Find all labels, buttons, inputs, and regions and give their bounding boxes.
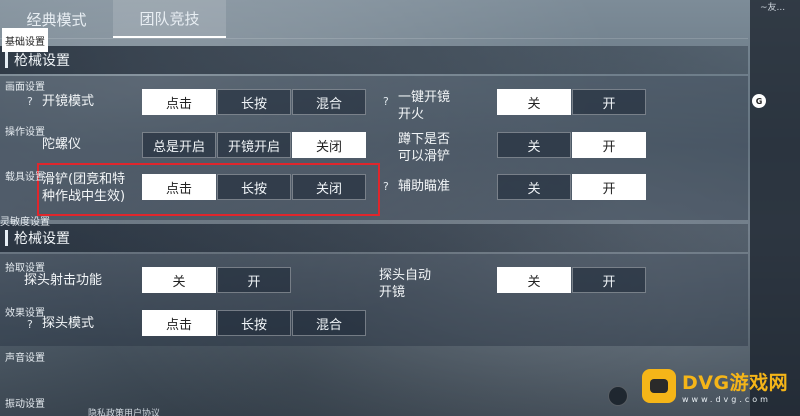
help-icon[interactable]: ? — [383, 180, 389, 193]
section-marker — [5, 52, 8, 68]
one-key-fire-label: 一键开镜开火 — [398, 90, 451, 122]
section-title: 枪械设置 — [14, 53, 70, 69]
peek-mode-option-hold[interactable]: 长按 — [217, 310, 291, 336]
one-key-fire-option-off[interactable]: 关 — [497, 89, 571, 115]
crouch-slide-selector: 关 开 — [497, 132, 647, 158]
slide-option-hold[interactable]: 长按 — [217, 174, 291, 200]
gyroscope-selector: 总是开启 开镜开启 关闭 — [142, 132, 367, 158]
sidebar-item-vibration[interactable]: 振动设置 — [0, 390, 50, 414]
section-marker — [5, 230, 8, 246]
sidebar-item-pickup[interactable]: 拾取设置 — [0, 254, 50, 278]
top-right-text: ~友... — [760, 3, 786, 13]
one-key-fire-option-on[interactable]: 开 — [572, 89, 646, 115]
watermark-domain: www.dvg.com — [682, 395, 771, 404]
help-icon[interactable]: ? — [383, 95, 389, 108]
tab-divider — [0, 38, 748, 39]
peek-auto-scope-option-off[interactable]: 关 — [497, 267, 571, 293]
aim-assist-option-off[interactable]: 关 — [497, 174, 571, 200]
peek-auto-scope-selector: 关 开 — [497, 267, 647, 293]
scope-mode-selector: 点击 长按 混合 — [142, 89, 367, 115]
scope-mode-option-hold[interactable]: 长按 — [217, 89, 291, 115]
site-watermark: DVG游戏网 www.dvg.com — [642, 368, 788, 404]
sidebar-item-graphics[interactable]: 画面设置 — [0, 73, 50, 97]
slide-option-tap[interactable]: 点击 — [142, 174, 216, 200]
aim-assist-option-on[interactable]: 开 — [572, 174, 646, 200]
peek-mode-selector: 点击 长按 混合 — [142, 310, 367, 336]
peek-fire-selector: 关 开 — [142, 267, 292, 293]
gamepad-logo-icon — [642, 369, 676, 403]
privacy-footer-link[interactable]: 隐私政策用户协议 — [88, 406, 160, 416]
section-header-weapon-2: 枪械设置 — [0, 224, 748, 252]
gyroscope-option-scope[interactable]: 开镜开启 — [217, 132, 291, 158]
tab-team-deathmatch[interactable]: 团队竞技 — [113, 0, 226, 38]
crouch-slide-option-on[interactable]: 开 — [572, 132, 646, 158]
peek-auto-scope-label: 探头自动开镜 — [379, 268, 432, 300]
crouch-slide-option-off[interactable]: 关 — [497, 132, 571, 158]
peek-auto-scope-option-on[interactable]: 开 — [572, 267, 646, 293]
slide-option-off[interactable]: 关闭 — [292, 174, 366, 200]
section-header-weapon-1: 枪械设置 — [0, 46, 748, 74]
peek-mode-option-mixed[interactable]: 混合 — [292, 310, 366, 336]
slide-selector: 点击 长按 关闭 — [142, 174, 367, 200]
gyroscope-option-always[interactable]: 总是开启 — [142, 132, 216, 158]
peek-fire-option-off[interactable]: 关 — [142, 267, 216, 293]
peek-fire-option-on[interactable]: 开 — [217, 267, 291, 293]
peek-mode-option-tap[interactable]: 点击 — [142, 310, 216, 336]
crouch-slide-label: 蹲下是否可以滑铲 — [398, 132, 451, 164]
one-key-fire-selector: 关 开 — [497, 89, 647, 115]
slide-label: 滑铲(团竞和特种作战中生效) — [42, 172, 126, 204]
sidebar-item-vehicle[interactable]: 载具设置 — [0, 163, 50, 187]
gyroscope-option-off[interactable]: 关闭 — [292, 132, 366, 158]
g-badge-icon: G — [752, 94, 766, 108]
sidebar-item-effects[interactable]: 效果设置 — [0, 299, 50, 323]
aim-assist-label: 辅助瞄准 — [398, 179, 451, 194]
round-button[interactable] — [608, 386, 628, 406]
scope-mode-option-tap[interactable]: 点击 — [142, 89, 216, 115]
watermark-brand: DVG游戏网 — [682, 372, 789, 394]
sidebar-item-basic[interactable]: 基础设置 — [2, 28, 48, 52]
aim-assist-selector: 关 开 — [497, 174, 647, 200]
sidebar-item-sound[interactable]: 声音设置 — [0, 344, 50, 368]
sidebar-item-sensitivity[interactable]: 灵敏度设置 — [0, 208, 50, 232]
settings-sidebar — [750, 0, 800, 416]
scope-mode-option-mixed[interactable]: 混合 — [292, 89, 366, 115]
sidebar-item-controls[interactable]: 操作设置 — [0, 118, 50, 142]
